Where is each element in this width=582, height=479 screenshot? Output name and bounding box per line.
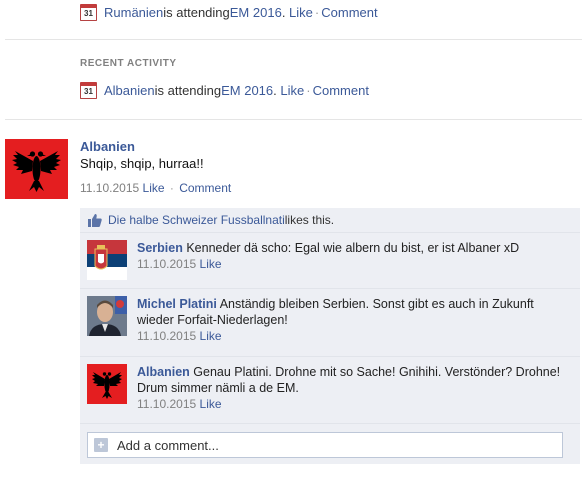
comment-item: Serbien Kenneder dä scho: Egal wie alber… <box>80 233 580 289</box>
period: . <box>273 82 281 98</box>
post-date[interactable]: 11.10.2015 <box>80 181 139 195</box>
calendar-icon: 31 <box>80 81 97 99</box>
comment-text: Genau Platini. Drohne mit so Sache! Gnih… <box>137 365 561 395</box>
post-text: Shqip, shqip, hurraa!! <box>80 156 204 171</box>
comment-author[interactable]: Michel Platini <box>137 297 217 311</box>
comments-section: Die halbe Schweizer Fussballnati likes t… <box>80 208 580 464</box>
separator: · <box>314 4 320 20</box>
like-link[interactable]: Like <box>289 5 313 20</box>
comment-link[interactable]: Comment <box>313 83 369 98</box>
activity-subject-link[interactable]: Rumänien <box>104 5 163 20</box>
comment-body: Serbien Kenneder dä scho: Egal wie alber… <box>137 240 572 256</box>
serbia-flag-avatar[interactable] <box>87 240 127 280</box>
like-link[interactable]: Like <box>280 83 304 98</box>
divider <box>5 39 582 40</box>
activity-event-link[interactable]: EM 2016 <box>221 83 273 98</box>
likes-summary: Die halbe Schweizer Fussballnati likes t… <box>80 208 580 233</box>
post-comment-link[interactable]: Comment <box>179 181 231 195</box>
recent-activity-header: Recent Activity <box>80 58 177 69</box>
comment-meta: 11.10.2015 Like <box>137 329 572 343</box>
post-meta: 11.10.2015 Like · Comment <box>80 181 231 195</box>
calendar-icon: 31 <box>80 3 97 21</box>
plus-icon: + <box>94 438 108 452</box>
comment-text: Kenneder dä scho: Egal wie albern du bis… <box>186 241 520 255</box>
liker-page-link[interactable]: Die halbe Schweizer Fussballnati <box>108 213 285 227</box>
comment-meta: 11.10.2015 Like <box>137 397 572 411</box>
activity-item-albanien: 31 Albanien is attending EM 2016. Like ·… <box>80 79 369 101</box>
comment-date[interactable]: 11.10.2015 <box>137 257 196 271</box>
comment-author[interactable]: Serbien <box>137 241 183 255</box>
comment-like-link[interactable]: Like <box>200 257 222 271</box>
comment-date[interactable]: 11.10.2015 <box>137 397 196 411</box>
post-author[interactable]: Albanien <box>80 139 135 154</box>
albania-flag-avatar[interactable] <box>87 364 127 404</box>
add-comment-input[interactable]: + Add a comment... <box>87 432 563 458</box>
period: . <box>281 4 290 20</box>
comment-body: Michel Platini Anständig bleiben Serbien… <box>137 296 572 328</box>
likes-suffix: likes this. <box>284 213 335 227</box>
activity-event-link[interactable]: EM 2016 <box>230 5 282 20</box>
comment-author[interactable]: Albanien <box>137 365 190 379</box>
activity-verb: is attending <box>163 4 230 20</box>
comment-meta: 11.10.2015 Like <box>137 257 572 271</box>
activity-item-rumanien: 31 Rumänien is attending EM 2016. Like ·… <box>80 1 378 23</box>
activity-verb: is attending <box>154 82 222 98</box>
comment-item: Albanien Genau Platini. Drohne mit so Sa… <box>80 357 580 424</box>
albania-flag-avatar[interactable] <box>5 139 68 199</box>
like-thumb-icon <box>88 214 102 227</box>
comment-link[interactable]: Comment <box>321 5 377 20</box>
add-comment-placeholder: Add a comment... <box>117 437 219 453</box>
add-comment-row: + Add a comment... <box>80 424 580 464</box>
comment-like-link[interactable]: Like <box>200 329 222 343</box>
platini-avatar[interactable] <box>87 296 127 336</box>
separator: · <box>306 82 311 98</box>
comment-date[interactable]: 11.10.2015 <box>137 329 196 343</box>
comment-like-link[interactable]: Like <box>200 397 222 411</box>
post-like-link[interactable]: Like <box>143 181 165 195</box>
divider <box>5 119 582 120</box>
activity-subject-link[interactable]: Albanien <box>104 83 155 98</box>
comment-item: Michel Platini Anständig bleiben Serbien… <box>80 289 580 357</box>
comment-body: Albanien Genau Platini. Drohne mit so Sa… <box>137 364 572 396</box>
separator: · <box>169 181 174 195</box>
